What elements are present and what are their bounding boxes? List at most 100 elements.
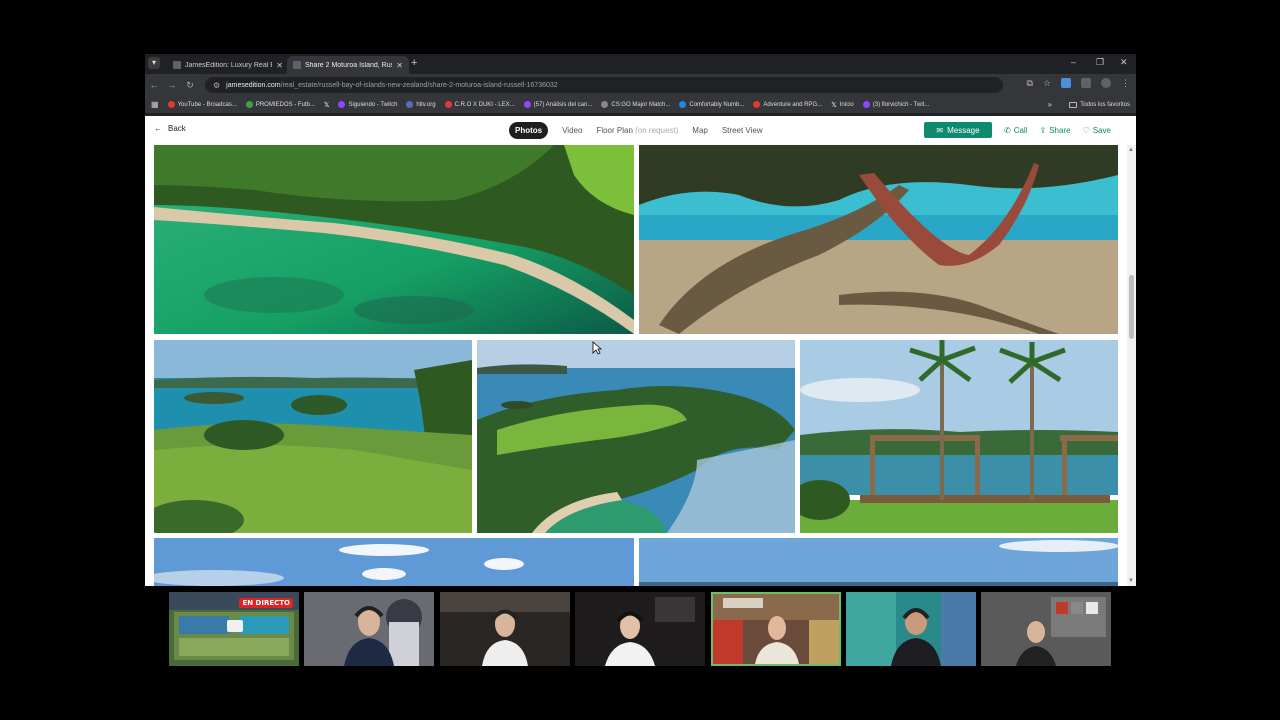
envelope-icon: ✉: [936, 125, 944, 135]
tab-floor-plan[interactable]: Floor Plan (on request): [596, 123, 678, 138]
stream-camera-strip: EN DIRECTO: [169, 592, 1112, 666]
bookmark-item[interactable]: CS:GO Major Match...: [601, 101, 670, 108]
bookmark-label: Adventure and RPG...: [763, 101, 823, 108]
bookmark-item[interactable]: 𝕏 Inicio: [831, 101, 854, 109]
gallery-photo-peninsula[interactable]: [477, 340, 795, 533]
save-button[interactable]: ♡ Save: [1083, 126, 1111, 135]
toolbar-actions: ⧉ ☆ ⋮: [1026, 78, 1130, 89]
photo-gallery: ▲ ▼: [145, 145, 1136, 586]
tab-street-view[interactable]: Street View: [722, 123, 763, 138]
bookmark-favicon-icon: [862, 101, 870, 108]
window-close-icon[interactable]: ✕: [1120, 57, 1128, 68]
save-label: Save: [1092, 125, 1111, 135]
close-icon[interactable]: ✕: [276, 61, 283, 70]
extension-icon[interactable]: [1061, 78, 1071, 88]
camera-feed-streamer-4-active: [711, 592, 841, 666]
gallery-photo-sky-2[interactable]: [639, 538, 1118, 586]
bookmark-star-icon[interactable]: ☆: [1043, 78, 1051, 89]
apps-grid-icon[interactable]: ▦: [151, 100, 159, 109]
site-info-icon[interactable]: ⚙: [213, 81, 220, 90]
bookmark-label: C.R.O X DUKI - LEX...: [454, 101, 515, 108]
share-icon: ⇪: [1039, 125, 1047, 135]
back-arrow-icon: ←: [154, 124, 162, 133]
browser-tab-2[interactable]: Share 2 Moturoa Island, Russell ✕: [287, 56, 409, 74]
back-label: Back: [168, 124, 186, 133]
x-logo-icon: 𝕏: [831, 101, 837, 109]
bookmark-item[interactable]: PROMIEDOS - Futb...: [245, 101, 315, 108]
tab-photos[interactable]: Photos: [509, 122, 549, 139]
close-icon[interactable]: ✕: [396, 61, 403, 70]
bookmark-favicon-icon: [167, 101, 175, 108]
gallery-photo-island-bay[interactable]: [154, 340, 472, 533]
call-button[interactable]: ✆ Call: [1004, 126, 1027, 135]
bookmark-label: hltv.org: [416, 101, 436, 108]
bookmark-item[interactable]: Adventure and RPG...: [753, 101, 822, 108]
bookmark-label: Inicio: [839, 101, 854, 108]
phone-icon: ✆: [1004, 125, 1011, 135]
on-request-note: (on request): [635, 126, 679, 135]
bookmarks-overflow-icon[interactable]: »: [1048, 100, 1052, 109]
camera-feed-streamer-6: [981, 592, 1111, 666]
page-scrollbar[interactable]: ▲ ▼: [1127, 145, 1136, 586]
bookmark-item[interactable]: C.R.O X DUKI - LEX...: [444, 101, 515, 108]
gallery-photo-hammock[interactable]: [639, 145, 1118, 334]
camera-feed-streamer-2: [440, 592, 570, 666]
gallery-photo-aerial-beach[interactable]: [154, 145, 634, 334]
scrollbar-thumb[interactable]: [1129, 275, 1134, 339]
gallery-nav-bar: ← Back Photos Video Floor Plan (on reque…: [145, 116, 1136, 145]
bookmark-label: (57) Análisis del can...: [533, 101, 593, 108]
live-badge: EN DIRECTO: [239, 598, 293, 608]
bookmark-item[interactable]: (3) florvichich - Twit...: [862, 101, 929, 108]
bookmark-favicon-icon: [444, 101, 452, 108]
all-bookmarks-label: Todos los favoritos: [1080, 101, 1130, 108]
bookmark-item[interactable]: hltv.org: [406, 101, 436, 108]
message-button[interactable]: ✉ Message: [924, 122, 992, 138]
tab-search-button[interactable]: ▾: [148, 57, 160, 69]
address-bar[interactable]: ⚙ jamesedition.com/real_estate/russell-b…: [205, 77, 1003, 93]
x-logo-icon: 𝕏: [323, 101, 330, 109]
new-tab-icon[interactable]: +: [411, 57, 417, 69]
scroll-down-icon[interactable]: ▼: [1128, 578, 1134, 584]
folder-icon: [1069, 101, 1078, 108]
tab-floor-plan-label: Floor Plan: [596, 126, 633, 135]
all-bookmarks-button[interactable]: Todos los favoritos: [1069, 101, 1130, 108]
favicon-icon: [173, 61, 181, 69]
extensions-puzzle-icon[interactable]: [1081, 78, 1091, 88]
bookmark-label: PROMIEDOS - Futb...: [255, 101, 315, 108]
bookmark-item[interactable]: 𝕏: [324, 101, 330, 109]
media-tabs: Photos Video Floor Plan (on request) Map…: [509, 122, 763, 139]
back-link[interactable]: ← Back: [154, 124, 186, 133]
minimize-icon[interactable]: –: [1071, 57, 1076, 67]
back-arrow-icon[interactable]: ←: [145, 80, 163, 90]
heart-icon: ♡: [1082, 125, 1090, 135]
browser-tab-1[interactable]: JamesEdition: Luxury Real Estate ✕: [167, 56, 289, 74]
bookmark-item[interactable]: YouTube - Broadcas...: [167, 101, 237, 108]
bookmark-item[interactable]: Siguiendo - Twitch: [338, 101, 397, 108]
tab-video[interactable]: Video: [562, 123, 582, 138]
profile-avatar[interactable]: [1101, 78, 1111, 88]
scroll-up-icon[interactable]: ▲: [1128, 147, 1134, 153]
url-host: jamesedition.com: [226, 81, 281, 89]
gallery-photo-pergola[interactable]: [800, 340, 1118, 533]
install-app-icon[interactable]: ⧉: [1026, 78, 1032, 89]
camera-feed-broadcast: EN DIRECTO: [169, 592, 299, 666]
bookmarks-bar: ▦ YouTube - Broadcas... PROMIEDOS - Futb…: [145, 96, 1136, 114]
call-label: Call: [1013, 125, 1028, 135]
bookmark-favicon-icon: [753, 101, 761, 108]
kebab-menu-icon[interactable]: ⋮: [1121, 78, 1130, 89]
reload-icon[interactable]: ↻: [181, 80, 199, 91]
url-path: /real_estate/russell-bay-of-islands-new-…: [280, 81, 558, 89]
bookmark-item[interactable]: (57) Análisis del can...: [523, 101, 593, 108]
maximize-icon[interactable]: ❐: [1096, 57, 1104, 68]
bookmark-item[interactable]: Comfortably Numb...: [679, 101, 744, 108]
tab-map[interactable]: Map: [692, 123, 708, 138]
camera-feed-streamer-1: [304, 592, 434, 666]
tab-label: Share 2 Moturoa Island, Russell: [305, 61, 392, 69]
bookmark-favicon-icon: [245, 101, 253, 108]
share-button[interactable]: ⇪ Share: [1039, 126, 1070, 135]
bookmark-favicon-icon: [406, 101, 414, 108]
gallery-photo-sky-1[interactable]: [154, 538, 634, 586]
bookmark-label: YouTube - Broadcas...: [177, 101, 237, 108]
forward-arrow-icon[interactable]: →: [163, 80, 181, 90]
message-label: Message: [947, 125, 980, 135]
